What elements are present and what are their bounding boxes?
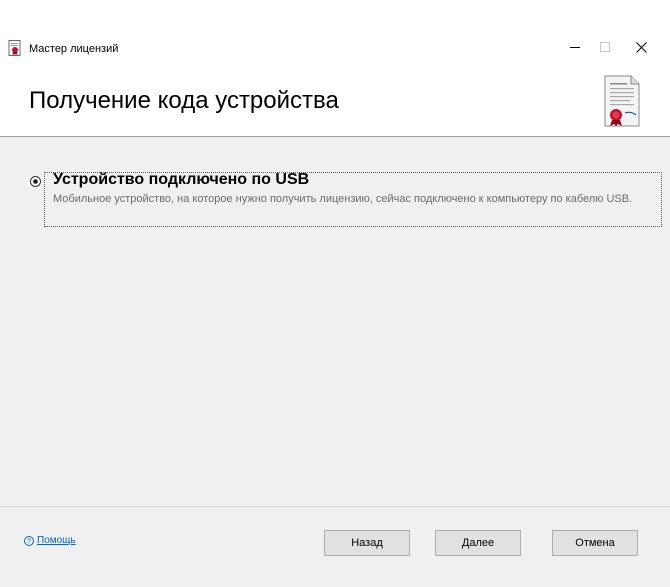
license-wizard-window: Мастер лицензий Получение кода устройств… [0, 28, 670, 587]
help-icon: ? [24, 535, 34, 546]
next-button[interactable]: Далее [435, 530, 521, 556]
usb-option-radio[interactable] [30, 176, 41, 187]
window-title: Мастер лицензий [29, 43, 119, 55]
page-title: Получение кода устройства [29, 87, 339, 114]
title-bar[interactable]: Мастер лицензий [0, 28, 670, 68]
app-icon [8, 40, 21, 56]
desktop-background [0, 0, 670, 28]
maximize-button[interactable] [590, 36, 620, 58]
maximize-icon [600, 42, 610, 52]
option-title: Устройство подключено по USB [53, 171, 310, 188]
close-button[interactable] [626, 36, 656, 58]
wizard-header: Получение кода устройства [0, 68, 670, 137]
minimize-button[interactable] [560, 36, 590, 58]
svg-text:?: ? [27, 538, 31, 545]
help-link[interactable]: ? Помощь [24, 535, 76, 546]
close-icon [635, 41, 647, 53]
back-button[interactable]: Назад [324, 530, 410, 556]
minimize-icon [570, 47, 580, 48]
option-description: Мобильное устройство, на которое нужно п… [53, 193, 633, 205]
footer-divider [0, 506, 670, 507]
help-link-label: Помощь [37, 535, 76, 546]
certificate-document-icon [604, 75, 640, 127]
cancel-button[interactable]: Отмена [552, 530, 638, 556]
